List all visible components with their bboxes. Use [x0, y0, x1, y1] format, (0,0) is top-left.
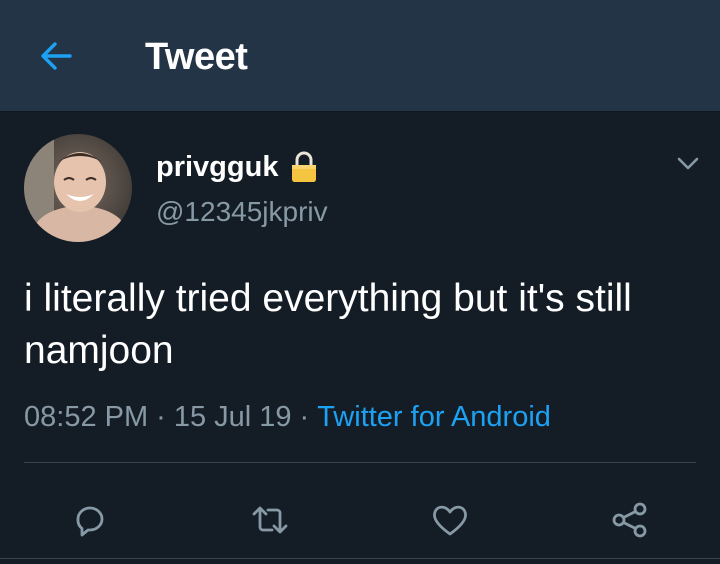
- page-title: Tweet: [145, 36, 248, 78]
- tweet-time: 08:52 PM: [24, 401, 149, 433]
- share-button[interactable]: [600, 490, 660, 550]
- separator: ·: [299, 401, 310, 433]
- tweet-date: 15 Jul 19: [173, 401, 292, 433]
- user-name-row[interactable]: privgguk: [156, 148, 318, 186]
- reply-icon: [76, 506, 104, 537]
- share-icon: [612, 502, 647, 538]
- avatar[interactable]: [24, 134, 132, 242]
- chevron-down-icon[interactable]: [676, 156, 700, 172]
- tweet-text: i literally tried everything but it's st…: [24, 277, 632, 372]
- retweet-button[interactable]: [240, 490, 300, 550]
- divider: [24, 462, 696, 463]
- arrow-left-icon[interactable]: [38, 38, 74, 74]
- tweet-source-link[interactable]: Twitter for Android: [317, 401, 551, 433]
- like-button[interactable]: [420, 490, 480, 550]
- display-name[interactable]: privgguk: [156, 151, 278, 184]
- reply-button[interactable]: [60, 490, 120, 550]
- user-handle[interactable]: @12345jkpriv: [156, 196, 328, 228]
- tweet-metadata: 08:52 PM · 15 Jul 19 · Twitter for Android: [24, 401, 551, 434]
- retweet-icon: [252, 506, 288, 534]
- separator: ·: [156, 401, 166, 433]
- lock-icon: [290, 150, 318, 184]
- heart-icon: [433, 505, 467, 536]
- divider: [0, 558, 720, 559]
- tweet-detail: privgguk @12345jkpriv i literally tried …: [0, 112, 720, 564]
- top-app-bar: Tweet: [0, 0, 720, 112]
- action-bar: [0, 490, 720, 550]
